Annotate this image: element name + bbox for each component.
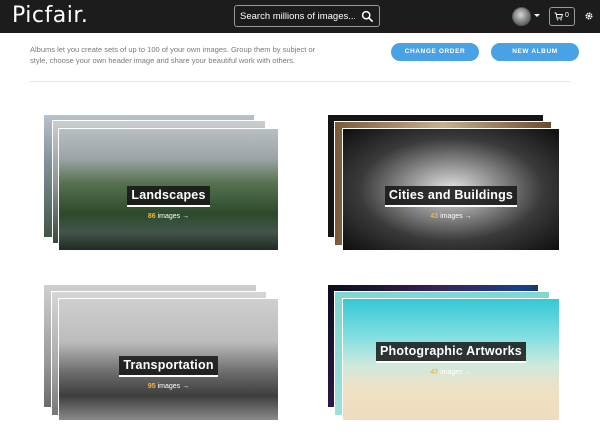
cart-count: 0 xyxy=(565,12,569,19)
album-title-wrap: Cities and Buildings xyxy=(343,186,559,207)
image-count-suffix: images xyxy=(157,383,181,390)
cart-button[interactable]: 0 xyxy=(549,7,575,26)
search-button[interactable] xyxy=(361,10,374,23)
album-title[interactable]: Photographic Artworks xyxy=(376,342,526,363)
arrow-right-icon: → xyxy=(182,383,190,390)
image-count-suffix: images xyxy=(440,369,463,376)
album-cover-image: Transportation 95 images → xyxy=(58,298,279,421)
album-cover-image: Landscapes 86 images → xyxy=(58,128,279,251)
chevron-down-icon[interactable] xyxy=(534,14,540,17)
album-image-count[interactable]: 95 images → xyxy=(59,383,278,390)
search-icon xyxy=(361,10,373,22)
album-cover-image: Photographic Artworks 47 images → xyxy=(342,298,560,421)
divider xyxy=(30,81,570,82)
picfair-logo[interactable]: Picfair. xyxy=(12,3,88,28)
image-count-suffix: images xyxy=(440,213,463,220)
image-count-number: 95 xyxy=(147,383,156,390)
albums-intro-text: Albums let you create sets of up to 100 … xyxy=(30,45,316,65)
album-card-cities-and-buildings[interactable]: Cities and Buildings 43 images → xyxy=(328,115,560,251)
top-navigation-bar: Picfair. 0 xyxy=(0,0,600,33)
album-title-wrap: Landscapes xyxy=(59,186,278,207)
image-count-suffix: images xyxy=(157,213,181,220)
new-album-button[interactable]: NEW ALBUM xyxy=(491,43,579,61)
album-image-count[interactable]: 43 images → xyxy=(343,213,559,220)
arrow-right-icon: → xyxy=(464,369,472,376)
album-title[interactable]: Transportation xyxy=(119,356,218,377)
image-count-number: 86 xyxy=(147,213,156,220)
album-image-count[interactable]: 86 images → xyxy=(59,213,278,220)
image-count-number: 43 xyxy=(430,213,439,220)
album-title-wrap: Transportation xyxy=(59,356,278,377)
cart-icon xyxy=(554,12,563,21)
album-title-wrap: Photographic Artworks xyxy=(343,342,559,363)
gear-icon[interactable] xyxy=(584,11,594,21)
change-order-button[interactable]: CHANGE ORDER xyxy=(391,43,479,61)
album-card-transportation[interactable]: Transportation 95 images → xyxy=(44,285,279,421)
album-title[interactable]: Cities and Buildings xyxy=(384,186,518,207)
arrow-right-icon: → xyxy=(464,213,472,220)
search-input[interactable] xyxy=(240,9,355,24)
album-card-landscapes[interactable]: Landscapes 86 images → xyxy=(44,115,279,251)
arrow-right-icon: → xyxy=(182,213,190,220)
user-avatar[interactable] xyxy=(512,7,531,26)
album-cover-image: Cities and Buildings 43 images → xyxy=(342,128,560,251)
image-count-number: 47 xyxy=(430,369,439,376)
album-image-count[interactable]: 47 images → xyxy=(343,369,559,376)
search-box xyxy=(234,5,380,27)
album-title[interactable]: Landscapes xyxy=(127,186,210,207)
album-card-photographic-artworks[interactable]: Photographic Artworks 47 images → xyxy=(328,285,560,421)
